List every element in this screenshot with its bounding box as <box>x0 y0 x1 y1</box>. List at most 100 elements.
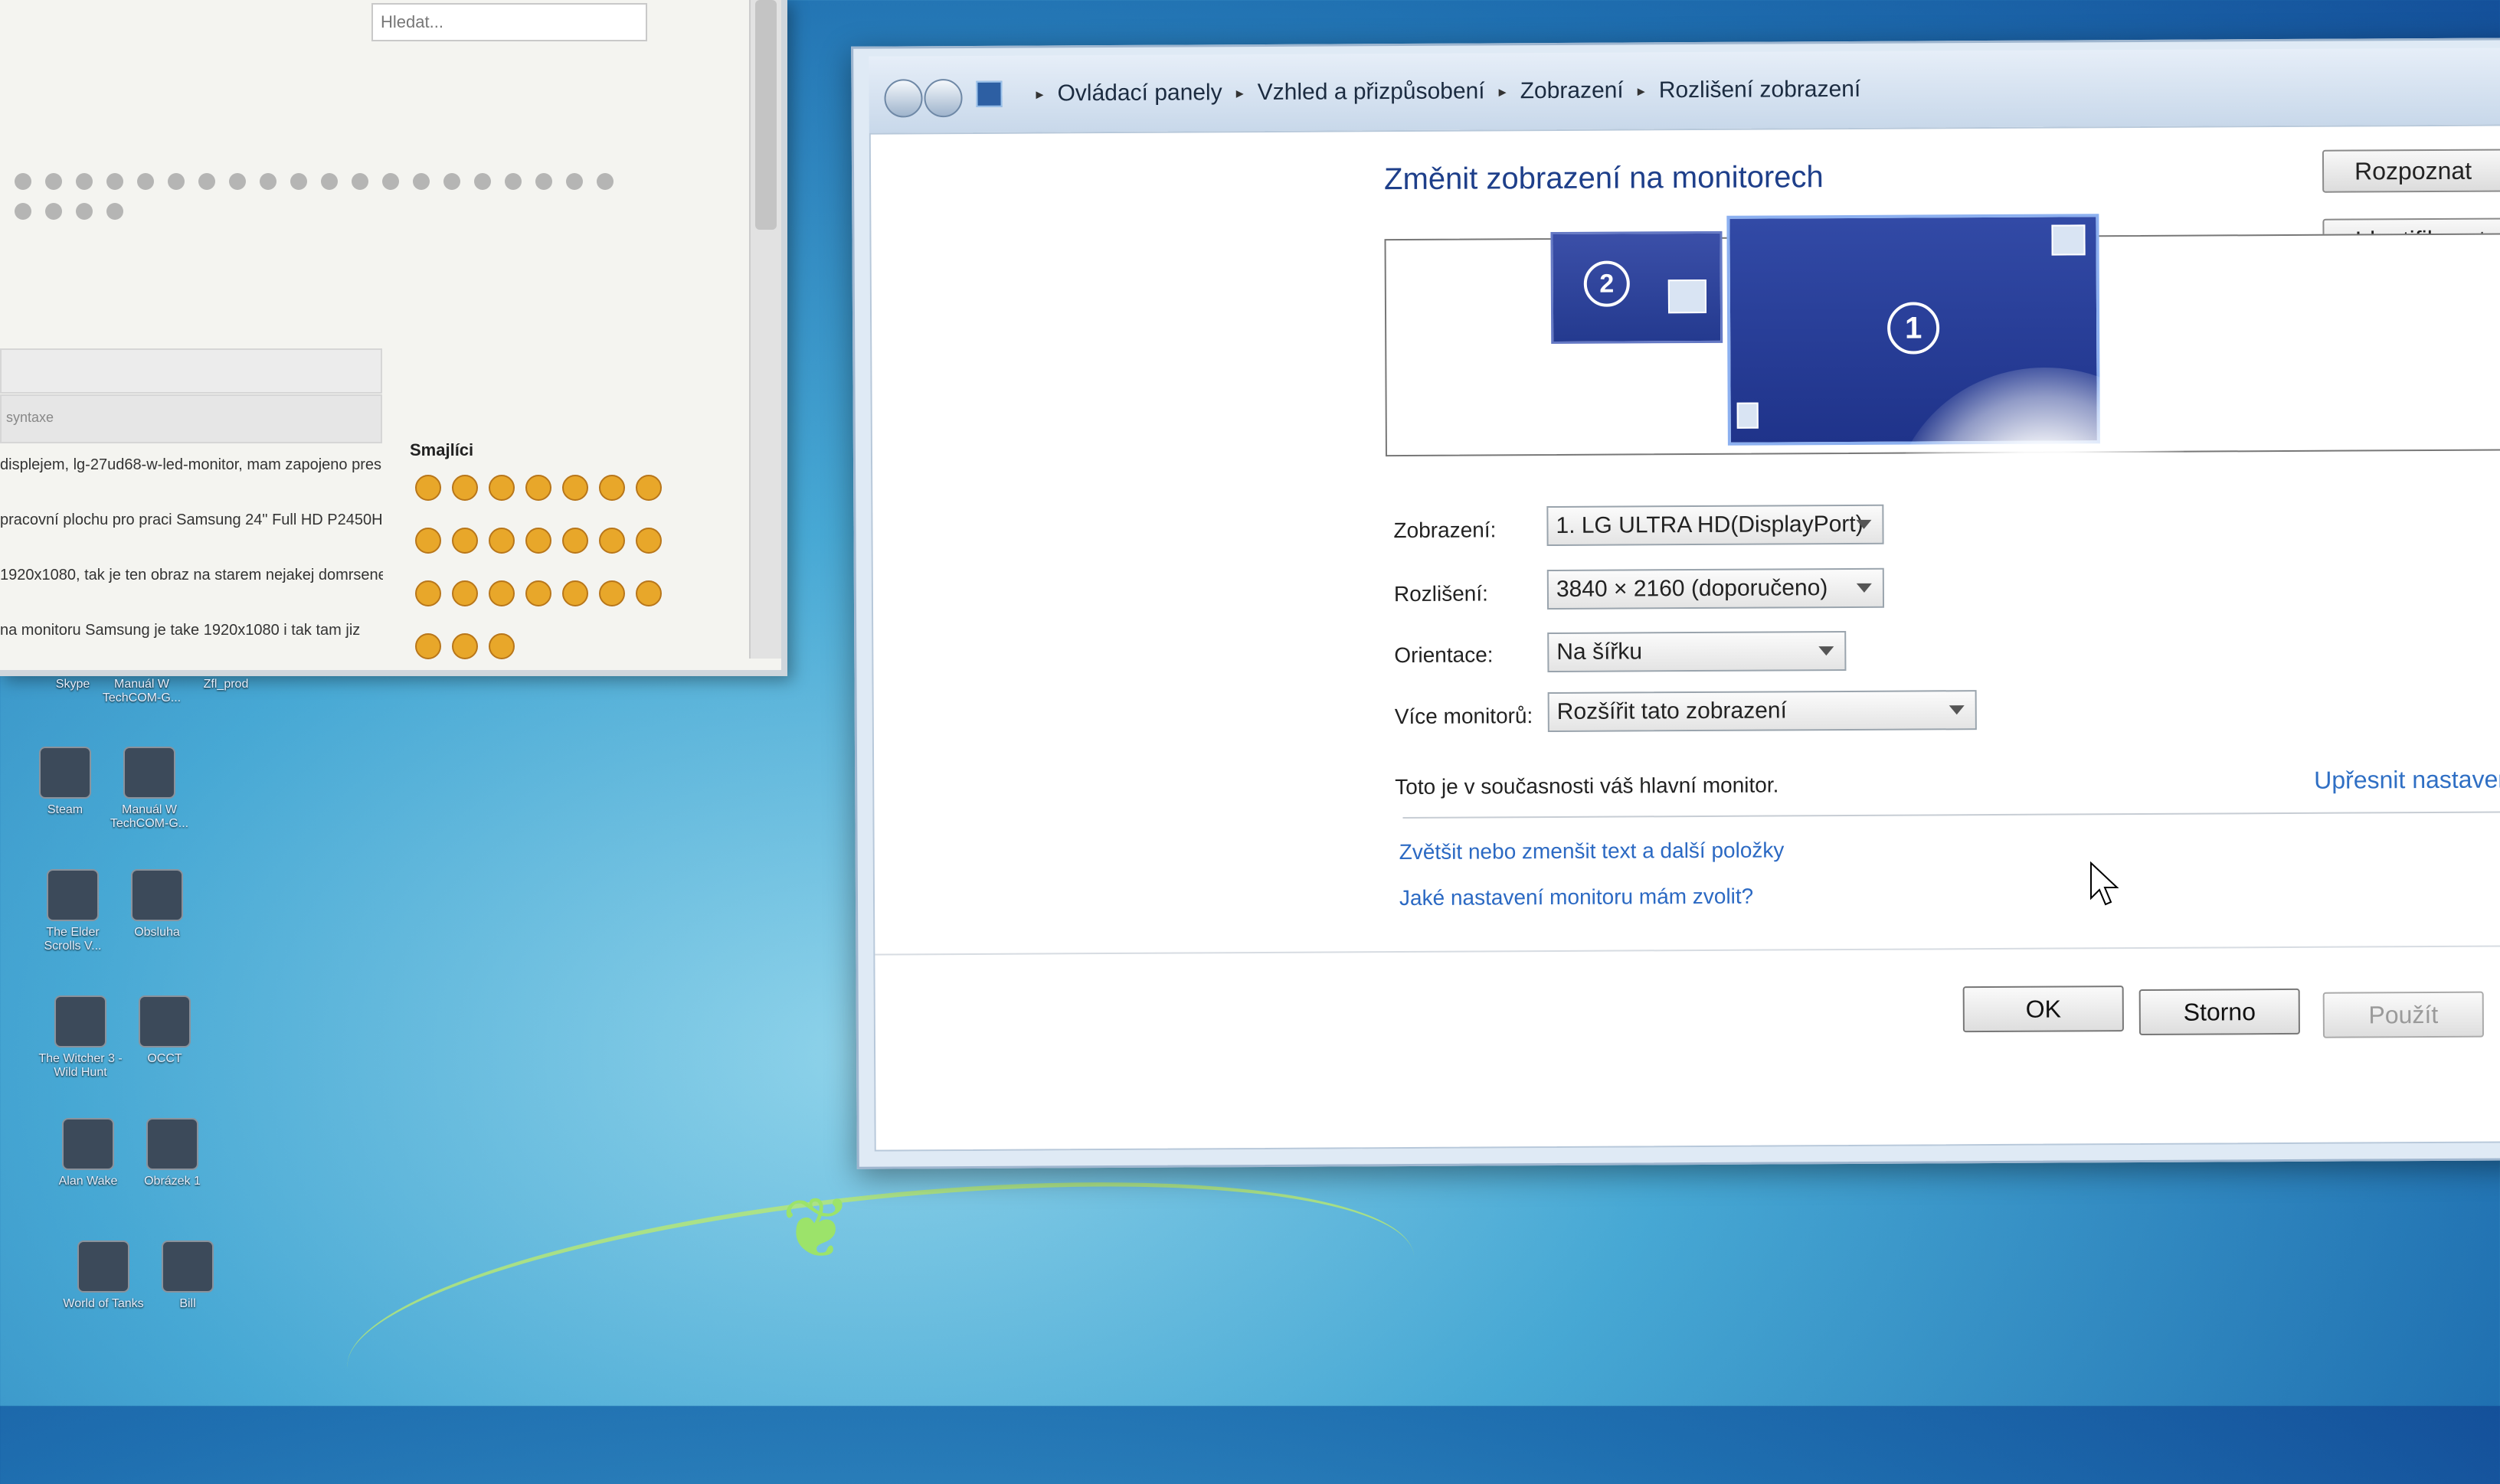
toolbar-icon[interactable] <box>76 173 93 190</box>
monitor-2-tile[interactable]: 2 <box>1550 230 1723 345</box>
ok-button[interactable]: OK <box>1962 986 2124 1033</box>
smiley-icon[interactable] <box>452 580 478 606</box>
toolbar-icon[interactable] <box>443 173 460 190</box>
desktop-icon-zfl[interactable]: Zfl_prod <box>184 678 268 691</box>
toolbar-icon[interactable] <box>15 173 31 190</box>
desktop-icon-skyrim[interactable]: The Elder Scrolls V... <box>31 869 115 953</box>
desktop-icon-obsluha[interactable]: Obsluha <box>115 869 199 940</box>
post-textarea[interactable]: displejem, lg-27ud68-w-led-monitor, mam … <box>0 452 383 672</box>
address-bar: ▸ Ovládací panely ▸ Vzhled a přizpůsoben… <box>869 47 2500 133</box>
smiley-icon[interactable] <box>599 475 625 501</box>
smiley-icon[interactable] <box>452 528 478 554</box>
mouse-cursor-icon <box>2090 861 2119 906</box>
smiley-icon[interactable] <box>562 528 588 554</box>
smiley-icon[interactable] <box>415 475 441 501</box>
editor-format-bar[interactable] <box>0 348 382 394</box>
desktop-icon-occt[interactable]: OCCT <box>123 995 207 1066</box>
toolbar-icon[interactable] <box>168 173 185 190</box>
toolbar-icon[interactable] <box>260 173 277 190</box>
smiley-icon[interactable] <box>415 580 441 606</box>
display-select[interactable]: 1. LG ULTRA HD(DisplayPort) <box>1546 504 1884 547</box>
breadcrumb-control-panel[interactable]: Ovládací panely <box>1057 80 1222 106</box>
toolbar-icon[interactable] <box>413 173 430 190</box>
desktop-icon-label: The Elder Scrolls V... <box>44 926 102 953</box>
toolbar-icon[interactable] <box>106 173 123 190</box>
toolbar-icon[interactable] <box>198 173 215 190</box>
desktop-icon-manual-2[interactable]: Manuál W TechCOM-G... <box>107 747 191 831</box>
cancel-button[interactable]: Storno <box>2138 988 2300 1035</box>
breadcrumb-display[interactable]: Zobrazení <box>1520 78 1624 105</box>
smiley-icon[interactable] <box>525 580 551 606</box>
desktop-icon-obrazek[interactable]: Obrázek 1 <box>130 1118 214 1188</box>
monitor-2-grid-icon <box>1667 279 1707 314</box>
smiley-icon[interactable] <box>599 580 625 606</box>
monitor-1-number: 1 <box>1886 302 1940 355</box>
toolbar-icon[interactable] <box>566 173 583 190</box>
skyrim-icon <box>47 869 99 921</box>
post-line: na monitoru Samsung je take 1920x1080 i … <box>0 622 361 639</box>
toolbar-icon[interactable] <box>45 173 62 190</box>
toolbar-icon[interactable] <box>505 173 522 190</box>
desktop-icon-manual[interactable]: Manuál W TechCOM-G... <box>100 678 184 705</box>
desktop-icon-alan-wake[interactable]: Alan Wake <box>46 1118 130 1188</box>
smiley-icon[interactable] <box>452 475 478 501</box>
advanced-settings-link[interactable]: Upřesnit nastavení <box>2314 765 2500 794</box>
toolbar-icon[interactable] <box>290 173 307 190</box>
toolbar-icon[interactable] <box>106 203 123 220</box>
smiley-icon[interactable] <box>452 633 478 659</box>
breadcrumb-screen-resolution[interactable]: Rozlišení zobrazení <box>1659 77 1861 103</box>
smiley-icon[interactable] <box>562 580 588 606</box>
breadcrumb-separator-icon: ▸ <box>1498 83 1507 100</box>
desktop-icon-label: Steam <box>47 803 83 816</box>
forum-browser-window: Hledat... syntaxe displejem, lg-27ud68-w… <box>0 0 787 676</box>
toolbar-icon[interactable] <box>15 203 31 220</box>
toolbar-icon[interactable] <box>229 173 246 190</box>
back-button[interactable] <box>884 79 923 118</box>
desktop-icon-label: The Witcher 3 - Wild Hunt <box>38 1052 123 1079</box>
toolbar-icon[interactable] <box>535 173 552 190</box>
desktop-icon-witcher[interactable]: The Witcher 3 - Wild Hunt <box>38 995 123 1080</box>
resolution-select[interactable]: 3840 × 2160 (doporučeno) <box>1546 567 1885 610</box>
toolbar-icon[interactable] <box>597 173 614 190</box>
smiley-icon[interactable] <box>636 475 662 501</box>
smiley-icon[interactable] <box>415 633 441 659</box>
desktop-icon-steam[interactable]: Steam <box>23 747 107 817</box>
editor-syntax-select[interactable]: syntaxe <box>0 394 382 443</box>
smiley-icon[interactable] <box>489 528 515 554</box>
desktop-icon-bill[interactable]: Bill <box>146 1240 230 1311</box>
smiley-icon[interactable] <box>525 475 551 501</box>
which-settings-link[interactable]: Jaké nastavení monitoru mám zvolit? <box>1399 884 1753 910</box>
toolbar-icon[interactable] <box>137 173 154 190</box>
toolbar-icon[interactable] <box>45 203 62 220</box>
smiley-icon[interactable] <box>636 528 662 554</box>
orientation-select[interactable]: Na šířku <box>1547 630 1847 673</box>
toolbar-icon[interactable] <box>352 173 368 190</box>
forum-search-input[interactable]: Hledat... <box>371 3 647 41</box>
resolution-label: Rozlišení: <box>1393 581 1488 606</box>
smiley-icon[interactable] <box>599 528 625 554</box>
browser-scrollbar[interactable] <box>749 0 781 659</box>
toolbar-icon[interactable] <box>76 203 93 220</box>
smiley-icon[interactable] <box>415 528 441 554</box>
text-size-link[interactable]: Zvětšit nebo zmenšit text a další položk… <box>1399 838 1785 865</box>
toolbar-icon[interactable] <box>382 173 399 190</box>
smiley-icon[interactable] <box>525 528 551 554</box>
word-document-icon <box>131 869 183 921</box>
smiley-icon[interactable] <box>636 580 662 606</box>
smileys-heading: Smajlíci <box>410 440 474 459</box>
smiley-icon[interactable] <box>562 475 588 501</box>
detect-button[interactable]: Rozpoznat <box>2322 149 2500 193</box>
smiley-icon[interactable] <box>489 580 515 606</box>
multiple-displays-select[interactable]: Rozšířit tato zobrazení <box>1547 690 1977 733</box>
breadcrumb-appearance[interactable]: Vzhled a přizpůsobení <box>1258 78 1485 106</box>
forward-button[interactable] <box>924 79 963 118</box>
smiley-icon[interactable] <box>489 475 515 501</box>
apply-button[interactable]: Použít <box>2322 991 2484 1038</box>
scrollbar-thumb[interactable] <box>755 0 777 230</box>
toolbar-icon[interactable] <box>321 173 338 190</box>
smiley-icon[interactable] <box>489 633 515 659</box>
desktop-icon-world-of-tanks[interactable]: World of Tanks <box>61 1240 146 1311</box>
desktop-icon-label: Zfl_prod <box>203 678 249 691</box>
desktop-wallpaper-swoosh <box>335 1139 1427 1484</box>
toolbar-icon[interactable] <box>474 173 491 190</box>
